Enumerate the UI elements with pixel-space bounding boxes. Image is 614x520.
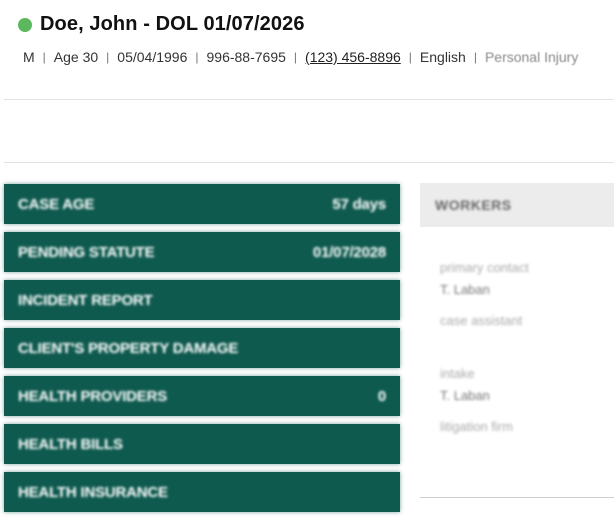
workers-header[interactable]: WORKERS [420,183,614,227]
panel-label: HEALTH BILLS [18,435,123,453]
workers-heading: WORKERS [435,197,512,213]
separator: | [473,50,477,64]
language: English [419,49,466,65]
case-type: Personal Injury [484,49,579,65]
case-assistant-label: case assistant [440,313,523,328]
panel-value: 57 days [332,195,386,213]
sex: M [23,49,35,65]
phone-link[interactable]: (123) 456-8896 [305,49,401,65]
date-of-birth: 05/04/1996 [117,49,188,65]
panel-health-providers[interactable]: HEALTH PROVIDERS 0 [4,376,400,416]
divider [420,497,614,498]
title-row: Doe, John - DOL 01/07/2026 [18,13,305,36]
panel-label: CASE AGE [18,195,95,213]
panel-label: INCIDENT REPORT [18,291,153,309]
case-panels: CASE AGE 57 days PENDING STATUTE 01/07/2… [4,184,400,520]
status-dot-icon [18,17,32,32]
separator: | [106,50,110,64]
workers-panel: WORKERS [420,183,614,227]
panel-label: HEALTH PROVIDERS [18,387,168,405]
divider [4,162,614,163]
separator: | [408,50,412,64]
panel-value: 0 [377,387,386,405]
case-title: Doe, John - DOL 01/07/2026 [40,13,305,35]
panel-health-insurance[interactable]: HEALTH INSURANCE [4,472,400,512]
panel-case-age[interactable]: CASE AGE 57 days [4,184,400,224]
panel-incident-report[interactable]: INCIDENT REPORT [4,280,400,320]
intake-label: intake [440,366,475,381]
separator: | [195,50,199,64]
panel-label: PENDING STATUTE [18,243,155,261]
age: Age 30 [53,49,99,65]
separator: | [293,50,298,64]
panel-health-bills[interactable]: HEALTH BILLS [4,424,400,464]
separator: | [42,50,46,64]
primary-contact-value[interactable]: T. Laban [440,282,490,297]
ssn: 996-88-7695 [206,49,286,65]
intake-value[interactable]: T. Laban [440,388,490,403]
patient-meta: M | Age 30 | 05/04/1996 | 996-88-7695 | … [23,49,578,65]
primary-contact-label: primary contact [440,260,529,275]
panel-label: CLIENT'S PROPERTY DAMAGE [18,339,239,357]
panel-property-damage[interactable]: CLIENT'S PROPERTY DAMAGE [4,328,400,368]
panel-value: 01/07/2028 [312,243,386,261]
panel-label: HEALTH INSURANCE [18,483,168,501]
litigation-firm-label: litigation firm [440,419,513,434]
panel-pending-statute[interactable]: PENDING STATUTE 01/07/2028 [4,232,400,272]
divider [4,99,614,100]
